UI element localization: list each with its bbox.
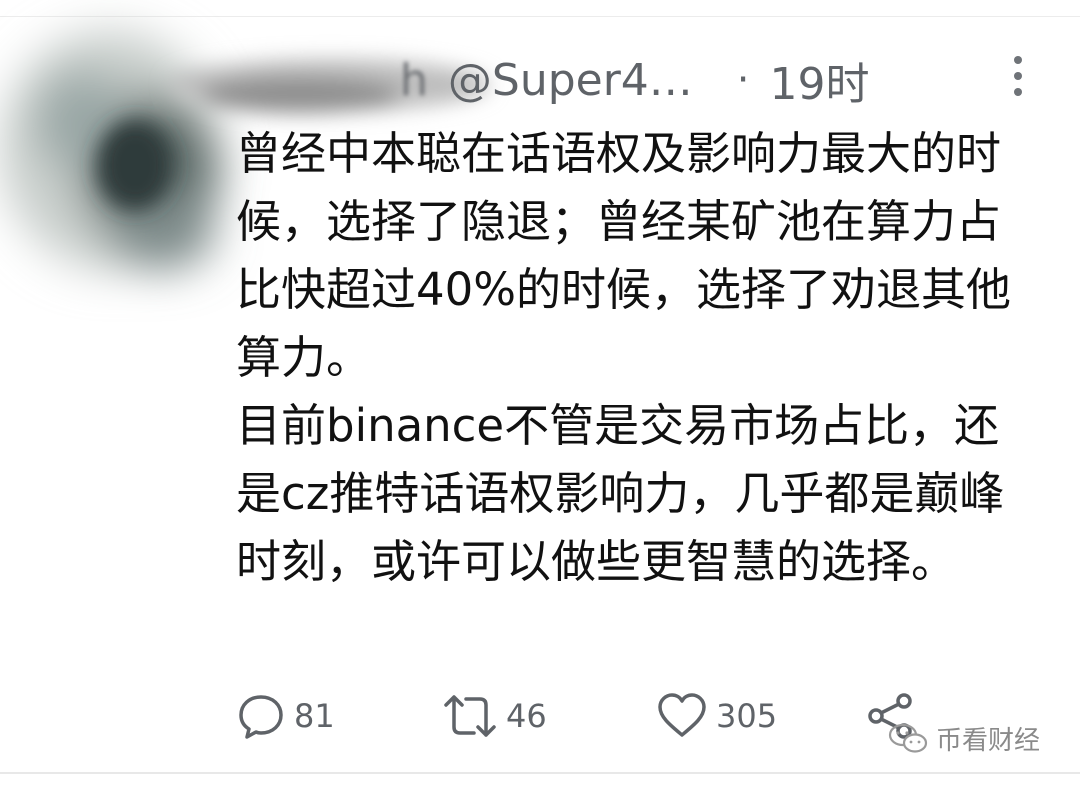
reply-button[interactable]: 81: [236, 688, 335, 744]
tweet-header: h @Super4… · 19时: [400, 48, 870, 112]
like-button[interactable]: 305: [656, 688, 777, 744]
reply-icon: [239, 695, 283, 739]
watermark: 币看财经: [888, 720, 1040, 757]
watermark-text: 币看财经: [936, 726, 1041, 756]
bottom-divider: [0, 772, 1080, 774]
tweet-paragraph: 曾经中本聪在话语权及影响力最大的时候，选择了隐退；曾经某矿池在算力占比快超过40…: [236, 127, 1012, 384]
author-handle[interactable]: @Super4…: [448, 55, 693, 106]
tweet-timestamp[interactable]: 19时: [770, 48, 870, 112]
retweet-count: 46: [506, 697, 547, 735]
more-vertical-icon: [1008, 56, 1028, 96]
author-name[interactable]: h: [400, 55, 428, 106]
tweet-paragraph: 目前binance不管是交易市场占比，还是cz推特话语权影响力，几乎都是巅峰时刻…: [236, 399, 1005, 588]
heart-icon: [658, 693, 706, 737]
retweet-button[interactable]: 46: [442, 688, 547, 744]
tweet-actions: 81 46 305: [236, 688, 936, 744]
retweet-icon: [444, 695, 496, 737]
like-count: 305: [716, 697, 778, 735]
wechat-icon: [888, 723, 928, 753]
top-divider: [0, 16, 1080, 17]
reply-count: 81: [294, 697, 335, 735]
more-options-button[interactable]: [1008, 56, 1028, 106]
tweet-text: 曾经中本聪在话语权及影响力最大的时候，选择了隐退；曾经某矿池在算力占比快超过40…: [236, 120, 1026, 596]
header-separator: ·: [736, 57, 750, 103]
